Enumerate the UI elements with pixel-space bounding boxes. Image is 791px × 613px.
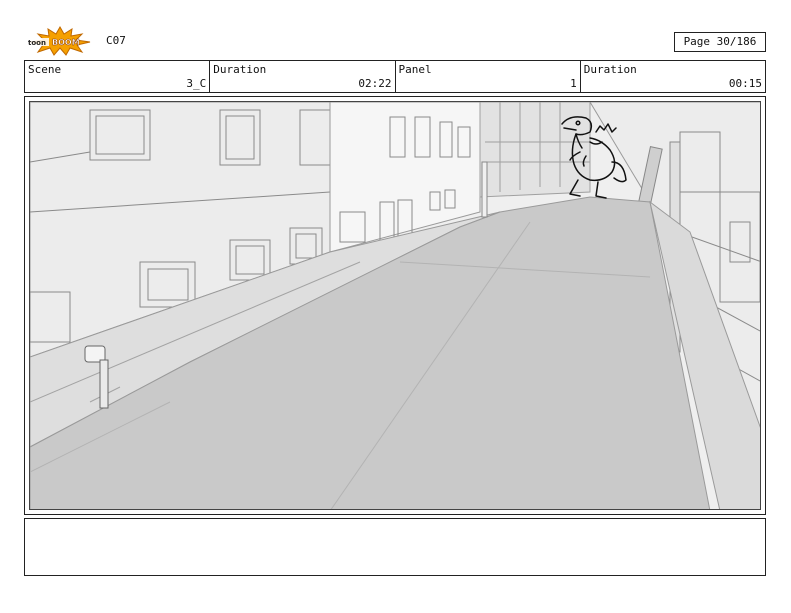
scene-duration-label: Duration	[213, 63, 267, 76]
panel-duration-cell: Duration 00:15	[581, 61, 765, 92]
panel-cell: Panel 1	[396, 61, 581, 92]
episode-code: C07	[106, 34, 126, 47]
svg-text:BOOM: BOOM	[52, 38, 80, 47]
scene-cell: Scene 3_C	[25, 61, 211, 92]
scene-value: 3_C	[186, 77, 207, 90]
storyboard-panel-frame	[24, 96, 766, 515]
scene-duration-value: 02:22	[358, 77, 392, 90]
toonboom-logo: toon BOOM	[24, 25, 96, 56]
panel-label: Panel	[398, 63, 432, 76]
scene-duration-cell: Duration 02:22	[210, 61, 396, 92]
svg-text:toon: toon	[28, 39, 46, 47]
panel-info-row: Scene 3_C Duration 02:22 Panel 1 Duratio…	[24, 60, 766, 93]
panel-notes-box	[24, 518, 766, 576]
panel-duration-label: Duration	[583, 63, 637, 76]
panel-value: 1	[570, 77, 577, 90]
panel-duration-value: 00:15	[728, 77, 762, 90]
storyboard-panel-image	[29, 101, 761, 510]
page-indicator: Page 30/186	[674, 32, 766, 52]
scene-label: Scene	[28, 63, 62, 76]
